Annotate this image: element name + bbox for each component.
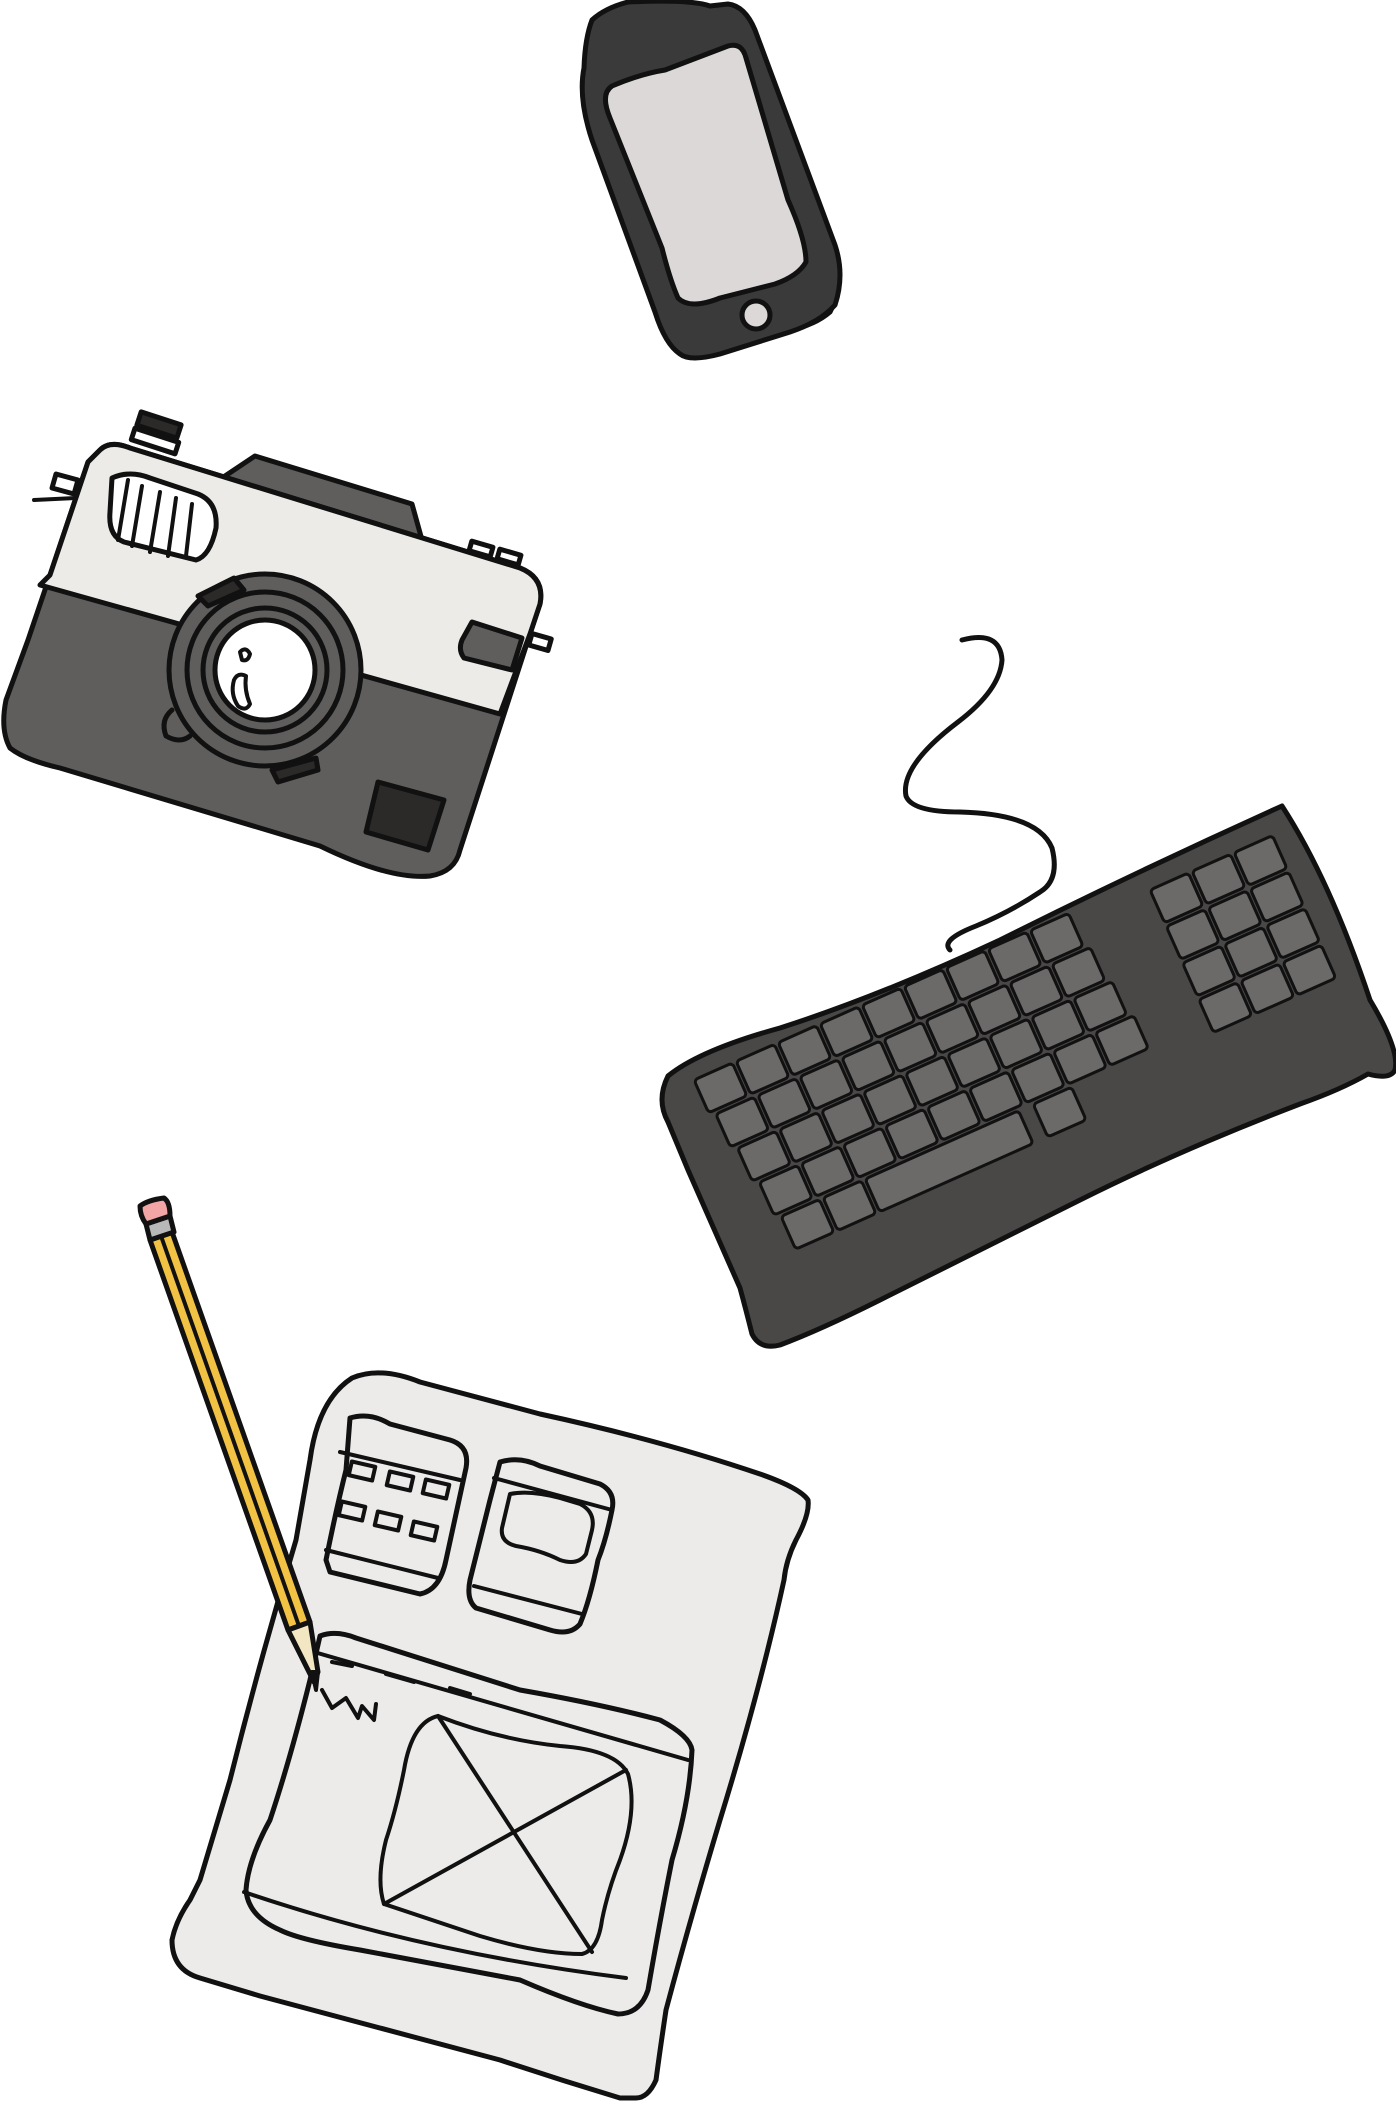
- smartphone-icon: [579, 0, 843, 361]
- keyboard-cable: [902, 635, 1057, 953]
- pencil-eraser: [137, 1195, 173, 1227]
- pencil-icon: [137, 1195, 321, 1692]
- camera-icon: [1, 409, 554, 879]
- home-button: [739, 298, 773, 332]
- illustration-canvas: [1, 0, 1396, 2101]
- wireframe-sketch-icon: [169, 1370, 811, 2101]
- keyboard-icon: [659, 635, 1396, 1349]
